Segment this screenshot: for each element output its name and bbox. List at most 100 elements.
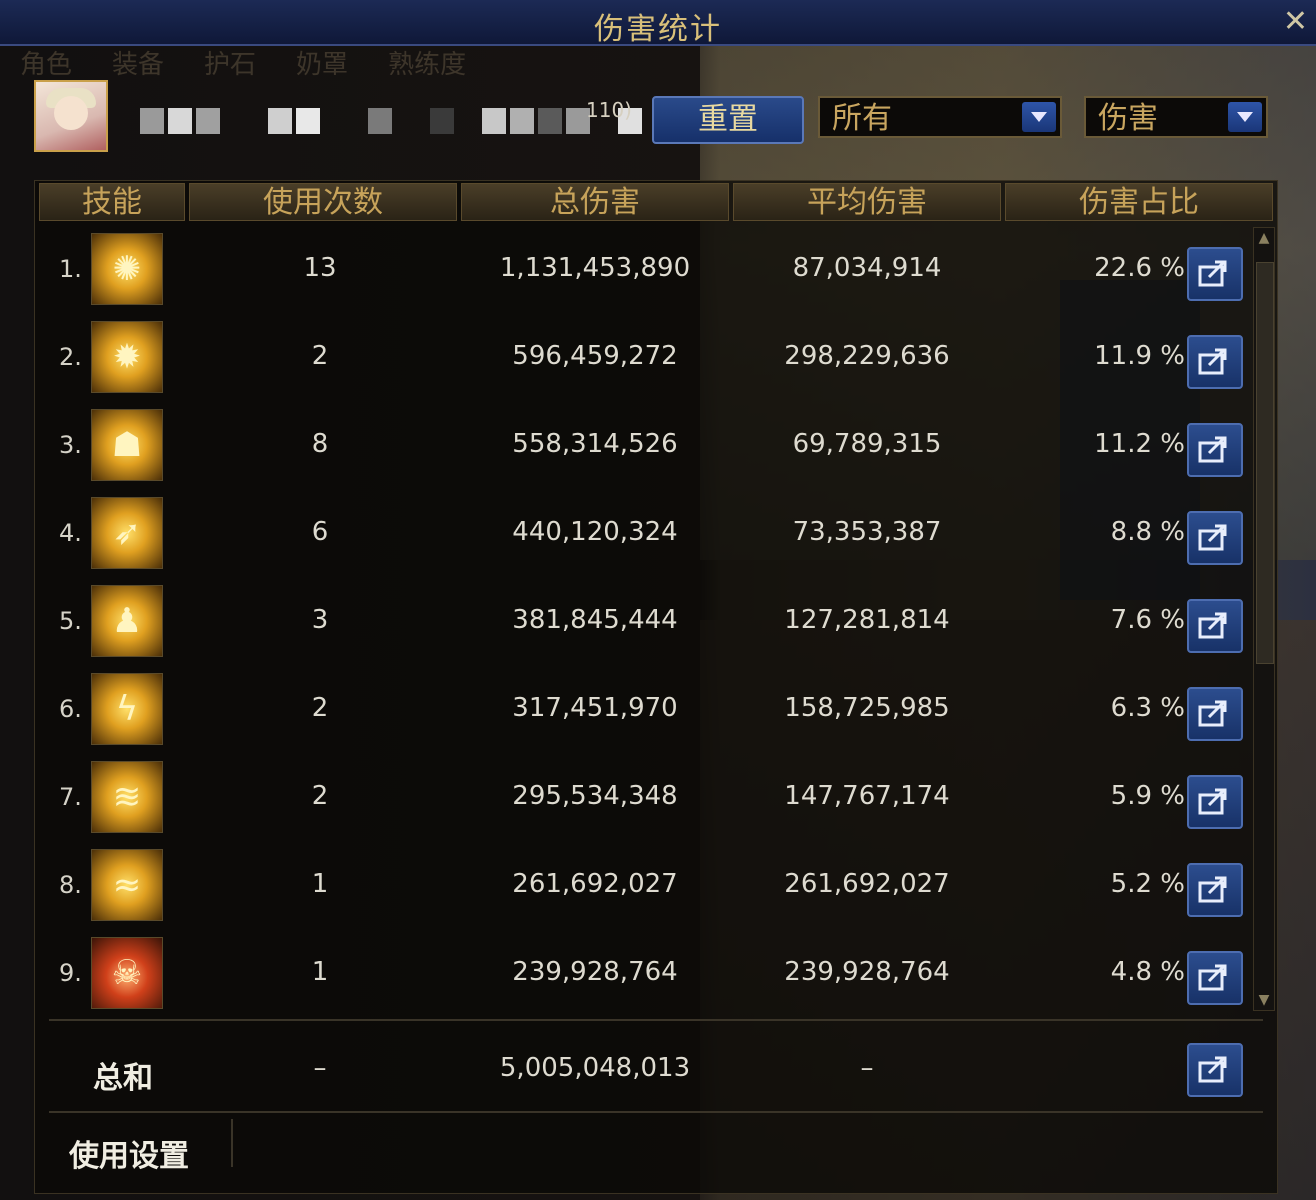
skill-glyph: ♟ bbox=[111, 601, 143, 641]
skill-glyph: ≈ bbox=[112, 865, 142, 905]
avatar-face bbox=[54, 96, 88, 130]
header-skill[interactable]: 技能 bbox=[39, 183, 185, 221]
share-row-button[interactable] bbox=[1187, 335, 1243, 389]
chevron-down-icon[interactable] bbox=[1228, 102, 1262, 132]
summary-count: – bbox=[313, 1053, 327, 1083]
share-icon bbox=[1198, 348, 1227, 375]
scroll-thumb[interactable] bbox=[1256, 262, 1274, 664]
table-row[interactable]: 8. ≈1 261,692,027 261,692,027 5.2 % bbox=[35, 843, 1277, 931]
share-row-button[interactable] bbox=[1187, 775, 1243, 829]
fireball-icon: ✺ bbox=[91, 233, 163, 305]
player-avatar[interactable] bbox=[34, 80, 108, 152]
table-row[interactable]: 6. ϟ 2 317,451,970 158,725,985 6.3 % bbox=[35, 667, 1277, 755]
footer-divider bbox=[49, 1111, 1263, 1113]
chevron-down-icon[interactable] bbox=[1022, 102, 1056, 132]
row-total-damage: 596,459,272 bbox=[512, 341, 678, 371]
table-row[interactable]: 1. ✺ 13 1,131,453,890 87,034,914 22.6 % bbox=[35, 227, 1277, 315]
row-avg-damage: 147,767,174 bbox=[784, 781, 950, 811]
background-tab: 熟练度 bbox=[388, 50, 467, 80]
share-icon bbox=[1198, 700, 1227, 727]
skill-glyph: ☗ bbox=[111, 425, 143, 465]
row-avg-damage: 87,034,914 bbox=[792, 253, 942, 283]
row-count: 6 bbox=[311, 517, 329, 547]
table-row[interactable]: 2. ✹ 2 596,459,272 298,229,636 11.9 % bbox=[35, 315, 1277, 403]
row-damage-pct: 11.2 % bbox=[1094, 429, 1185, 459]
type-filter-select[interactable]: 伤害 bbox=[1084, 96, 1268, 138]
share-icon bbox=[1198, 1056, 1227, 1083]
row-total-damage: 1,131,453,890 bbox=[499, 253, 691, 283]
share-summary-button[interactable] bbox=[1187, 1043, 1243, 1097]
share-row-button[interactable] bbox=[1187, 423, 1243, 477]
header-total[interactable]: 总伤害 bbox=[461, 183, 729, 221]
share-row-button[interactable] bbox=[1187, 247, 1243, 301]
row-total-damage: 295,534,348 bbox=[512, 781, 678, 811]
background-tabs: 角色 装备 护石 奶罩 熟练度 bbox=[20, 44, 700, 80]
row-rank: 5. bbox=[59, 607, 82, 635]
row-count: 1 bbox=[311, 869, 329, 899]
type-filter-value: 伤害 bbox=[1098, 101, 1158, 136]
summary-divider bbox=[49, 1019, 1263, 1021]
share-row-button[interactable] bbox=[1187, 687, 1243, 741]
share-row-button[interactable] bbox=[1187, 511, 1243, 565]
demon-face-icon: ☠ bbox=[91, 937, 163, 1009]
row-avg-damage: 261,692,027 bbox=[784, 869, 950, 899]
summary-total: 5,005,048,013 bbox=[499, 1053, 691, 1083]
dragon-roar-icon: ≋ bbox=[91, 761, 163, 833]
row-count: 2 bbox=[311, 781, 329, 811]
table-row[interactable]: 5. ♟ 3 381,845,444 127,281,814 7.6 % bbox=[35, 579, 1277, 667]
summary-avg: – bbox=[860, 1053, 874, 1083]
share-row-button[interactable] bbox=[1187, 863, 1243, 917]
skill-glyph: ➶ bbox=[112, 513, 142, 553]
row-avg-damage: 73,353,387 bbox=[792, 517, 942, 547]
close-icon[interactable]: ✕ bbox=[1283, 4, 1308, 39]
share-icon bbox=[1198, 876, 1227, 903]
table-row[interactable]: 7. ≋ 2 295,534,348 147,767,174 5.9 % bbox=[35, 755, 1277, 843]
row-total-damage: 239,928,764 bbox=[512, 957, 678, 987]
bird-strike-icon: ➶ bbox=[91, 497, 163, 569]
header-avg[interactable]: 平均伤害 bbox=[733, 183, 1001, 221]
row-count: 8 bbox=[311, 429, 329, 459]
window-title: 伤害统计 bbox=[594, 12, 722, 47]
row-avg-damage: 69,789,315 bbox=[792, 429, 942, 459]
row-avg-damage: 298,229,636 bbox=[784, 341, 950, 371]
row-damage-pct: 4.8 % bbox=[1110, 957, 1185, 987]
table-row[interactable]: 4. ➶ 6 440,120,324 73,353,387 8.8 % bbox=[35, 491, 1277, 579]
skill-glyph: ✹ bbox=[112, 337, 142, 377]
share-icon bbox=[1198, 788, 1227, 815]
scrollbar[interactable]: ▲ ▼ bbox=[1253, 227, 1275, 1011]
scroll-up-icon[interactable]: ▲ bbox=[1254, 228, 1274, 248]
usage-settings-button[interactable]: 使用设置 bbox=[69, 1131, 189, 1175]
row-total-damage: 317,451,970 bbox=[512, 693, 678, 723]
slash-wave-icon: ≈ bbox=[91, 849, 163, 921]
row-damage-pct: 11.9 % bbox=[1094, 341, 1185, 371]
header-pct[interactable]: 伤害占比 bbox=[1005, 183, 1273, 221]
row-rank: 3. bbox=[59, 431, 82, 459]
target-filter-value: 所有 bbox=[832, 101, 892, 136]
share-icon bbox=[1198, 436, 1227, 463]
damage-stats-panel: 技能 使用次数 总伤害 平均伤害 伤害占比 1. ✺ 13 1,131,453,890… bbox=[34, 180, 1278, 1194]
header-count[interactable]: 使用次数 bbox=[189, 183, 457, 221]
energy-burst-icon: ✹ bbox=[91, 321, 163, 393]
skill-glyph: ☠ bbox=[111, 953, 143, 993]
row-damage-pct: 5.2 % bbox=[1110, 869, 1185, 899]
row-count: 13 bbox=[303, 253, 337, 283]
table-row[interactable]: 3. ☗ 8 558,314,526 69,789,315 11.2 % bbox=[35, 403, 1277, 491]
row-rank: 6. bbox=[59, 695, 82, 723]
row-rank: 2. bbox=[59, 343, 82, 371]
share-row-button[interactable] bbox=[1187, 951, 1243, 1005]
player-name-pixelated bbox=[140, 108, 642, 134]
row-count: 3 bbox=[311, 605, 329, 635]
reset-button[interactable]: 重置 bbox=[652, 96, 804, 144]
background-tab: 角色 bbox=[20, 50, 73, 80]
row-damage-pct: 8.8 % bbox=[1110, 517, 1185, 547]
row-rank: 1. bbox=[59, 255, 82, 283]
row-rank: 4. bbox=[59, 519, 82, 547]
row-total-damage: 558,314,526 bbox=[512, 429, 678, 459]
target-filter-select[interactable]: 所有 bbox=[818, 96, 1062, 138]
scroll-down-icon[interactable]: ▼ bbox=[1254, 990, 1274, 1010]
row-rank: 9. bbox=[59, 959, 82, 987]
skill-glyph: ≋ bbox=[112, 777, 142, 817]
table-row[interactable]: 9. ☠ 1 239,928,764 239,928,764 4.8 % bbox=[35, 931, 1277, 1019]
clone-icon: ☗ bbox=[91, 409, 163, 481]
share-row-button[interactable] bbox=[1187, 599, 1243, 653]
